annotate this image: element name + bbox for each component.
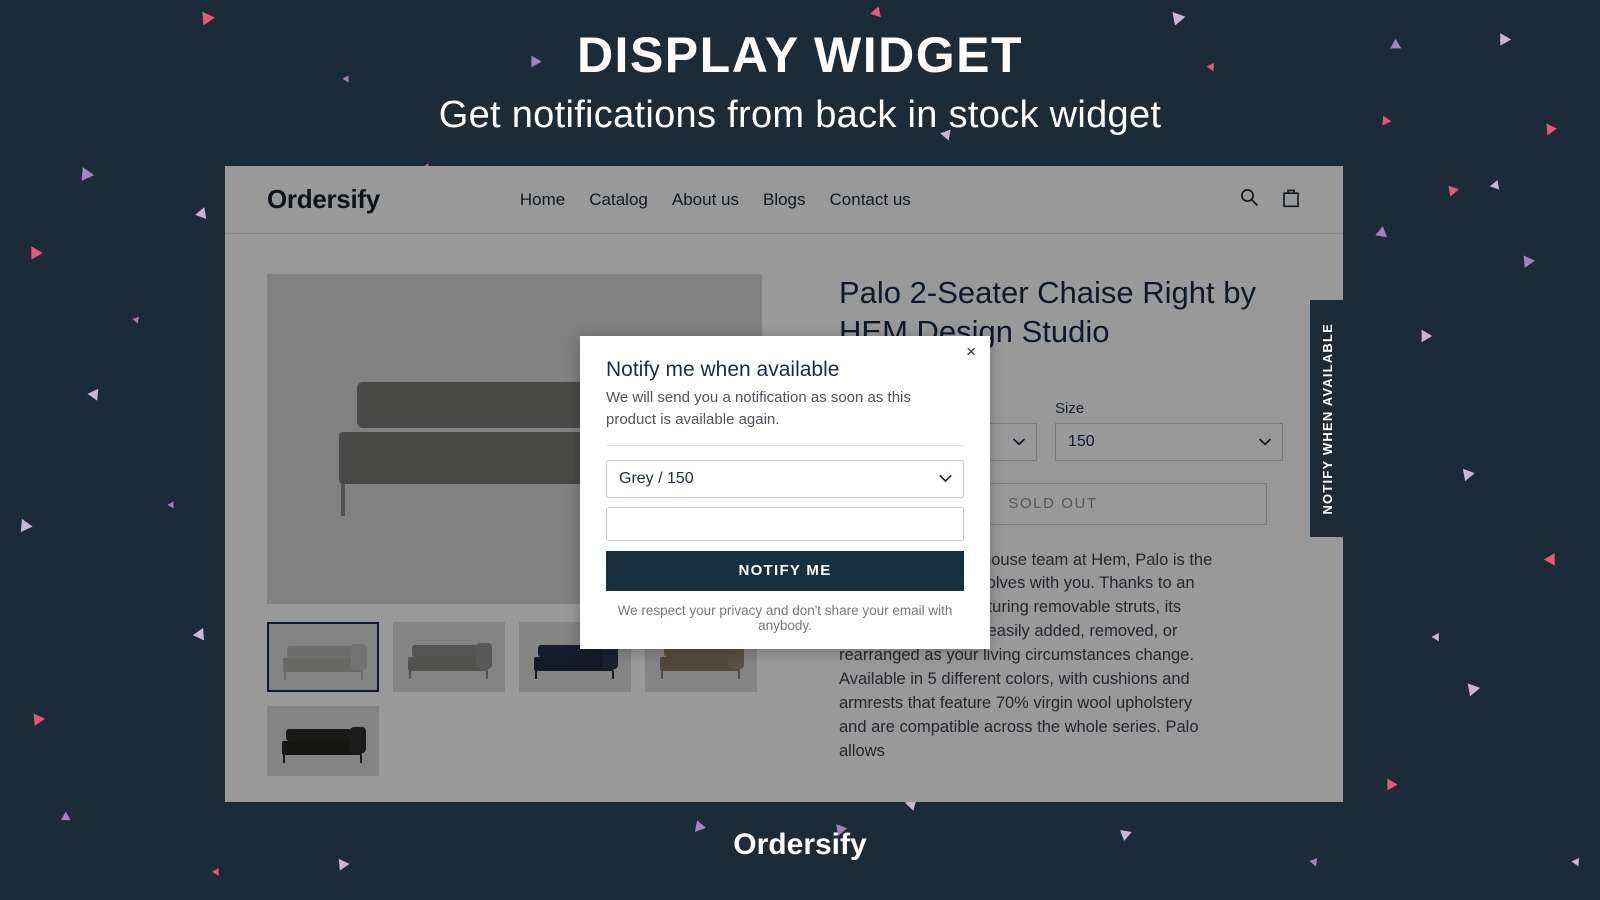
confetti-triangle (192, 627, 210, 645)
confetti-triangle (167, 499, 177, 509)
confetti-triangle (60, 811, 74, 825)
confetti-triangle (20, 518, 34, 534)
thumb-grey[interactable] (393, 622, 505, 692)
size-select[interactable]: 150 (1055, 422, 1283, 461)
thumb-black[interactable] (267, 706, 379, 776)
email-input[interactable] (606, 506, 964, 541)
confetti-triangle (1543, 553, 1561, 569)
confetti-triangle (132, 314, 142, 324)
footer-brand: Ordersify (733, 828, 867, 861)
notify-when-available-tab[interactable]: NOTIFY WHEN AVAILABLE (1310, 300, 1344, 537)
variant-group-size: Size 150 (1055, 400, 1283, 461)
nav-item-home[interactable]: Home (520, 190, 565, 210)
confetti-triangle (1375, 226, 1391, 242)
confetti-triangle (195, 207, 211, 223)
confetti-triangle (1519, 255, 1535, 271)
cart-icon[interactable] (1281, 187, 1301, 213)
store-header: Ordersify Home Catalog About us Blogs Co… (225, 166, 1343, 234)
privacy-note: We respect your privacy and don't share … (617, 602, 953, 633)
page-title: DISPLAY WIDGET (576, 27, 1024, 83)
close-icon[interactable]: × (966, 343, 976, 360)
confetti-triangle (1445, 185, 1459, 199)
confetti-triangle (1431, 630, 1443, 642)
search-icon[interactable] (1239, 187, 1259, 212)
nav-item-contact-us[interactable]: Contact us (830, 190, 911, 210)
variant-label-size: Size (1055, 399, 1085, 417)
modal-title: Notify me when available (606, 358, 840, 381)
confetti-triangle (1463, 683, 1481, 699)
nav-item-catalog[interactable]: Catalog (589, 190, 648, 210)
confetti-triangle (29, 713, 45, 729)
page-subtitle: Get notifications from back in stock wid… (438, 94, 1162, 136)
thumb-light-grey[interactable] (267, 622, 379, 692)
sofa-leg-left (341, 484, 345, 516)
confetti-triangle (1489, 178, 1503, 190)
confetti-triangle (87, 388, 103, 404)
notify-me-modal: × Notify me when available We will send … (580, 336, 990, 649)
confetti-triangle (1382, 778, 1398, 794)
modal-description: We will send you a notification as soon … (606, 387, 964, 446)
confetti-triangle (1459, 468, 1475, 484)
header-icons (1239, 187, 1301, 213)
confetti-triangle (212, 866, 222, 876)
confetti-triangle (31, 246, 43, 260)
nav-item-about-us[interactable]: About us (672, 190, 739, 210)
store-logo[interactable]: Ordersify (267, 184, 380, 215)
confetti-triangle (75, 167, 95, 185)
main-nav: Home Catalog About us Blogs Contact us (520, 190, 911, 210)
modal-variant-select[interactable]: Grey / 150 (606, 459, 964, 498)
confetti-triangle (1421, 329, 1433, 343)
nav-item-blogs[interactable]: Blogs (763, 190, 806, 210)
confetti-triangle (870, 4, 884, 18)
notify-me-button[interactable]: NOTIFY ME (606, 550, 964, 591)
notify-when-available-tab-label: NOTIFY WHEN AVAILABLE (1319, 322, 1335, 515)
